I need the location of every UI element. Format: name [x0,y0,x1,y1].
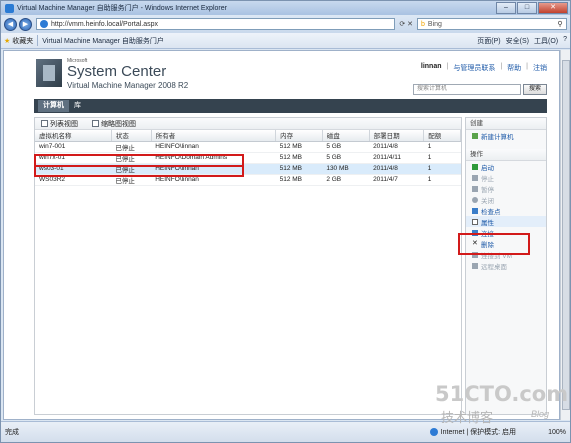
create-header: 创建 [466,118,546,130]
properties-action[interactable]: 属性 [466,216,546,227]
security-zone[interactable]: Internet | 保护模式: 启用 [429,427,516,437]
search-engine-name: Bing [427,20,442,28]
view-toolbar: 列表视图 缩略图视图 [35,118,461,130]
computer-search-button[interactable]: 搜索 [523,84,547,95]
col-vm-name[interactable]: 虚拟机名称 [35,130,112,142]
header-links: linnan | 与管理员联系 | 帮助 | 注销 [420,63,547,73]
minimize-button[interactable]: – [496,2,516,14]
logout-link[interactable]: 注销 [533,63,547,73]
watermark-blog: Blog [531,409,550,419]
new-computer-icon [472,132,478,139]
col-status[interactable]: 状态 [111,130,152,142]
contact-admin-link[interactable]: 与管理员联系 [453,63,495,73]
actions-pane: 创建 新建计算机 操作 启动 停止 暂停 关闭 检查点 属性 连接 ✕ 删除 连… [465,117,547,415]
scrollbar-thumb[interactable] [562,60,570,410]
system-center-logo [36,59,62,87]
watermark-site: 51CTO.com [435,382,569,406]
tab-library[interactable]: 库 [69,100,86,112]
tab-computers[interactable]: 计算机 [38,100,69,112]
col-quota[interactable]: 配额 [423,130,461,142]
refresh-stop-icons[interactable]: ⟳ ✕ [399,20,413,28]
stop-action[interactable]: 停止 [466,172,546,183]
zoom-level[interactable]: 100% [526,429,566,436]
globe-icon [429,428,438,436]
back-button[interactable]: ◀ [4,17,17,31]
portal-nav: 计算机 库 [34,99,547,113]
bing-icon: b [421,20,425,28]
checkpoint-action[interactable]: 检查点 [466,205,546,216]
url-text: http://vmm.heinfo.local/Portal.aspx [51,20,158,28]
thumbnail-view-button[interactable]: 缩略图视图 [92,119,136,129]
favorites-button[interactable]: 收藏夹 [12,36,33,46]
address-bar: ◀ ▶ http://vmm.heinfo.local/Portal.aspx … [1,15,570,33]
col-deploy-date[interactable]: 部署日期 [369,130,425,142]
vertical-scrollbar[interactable] [560,50,570,420]
title-bar: Virtual Machine Manager 自助服务门户 - Windows… [1,1,570,15]
list-view-icon [41,120,48,127]
favorites-star-icon: ★ [4,37,11,45]
page-icon [40,20,48,28]
browser-tab[interactable]: Virtual Machine Manager 自助服务门户 [42,36,164,46]
remote-desktop-action[interactable]: 远程桌面 [466,260,546,271]
operations-header: 操作 [466,149,546,161]
help-menu[interactable]: ? [563,36,567,46]
shutdown-icon [472,196,478,203]
product-title: System Center [67,63,167,80]
start-action[interactable]: 启动 [466,161,546,172]
search-icon[interactable]: ⚲ [554,20,566,28]
start-icon [472,163,478,170]
current-user: linnan [420,63,442,70]
shutdown-action[interactable]: 关闭 [466,194,546,205]
properties-icon [472,218,478,225]
window-title: Virtual Machine Manager 自助服务门户 - Windows… [17,5,227,12]
safety-menu[interactable]: 安全(S) [506,36,529,46]
page-menu[interactable]: 页面(P) [477,36,500,46]
stop-icon [472,174,478,181]
computer-search-input[interactable]: 搜索计算机 [413,84,521,95]
help-link[interactable]: 帮助 [507,63,521,73]
forward-button[interactable]: ▶ [19,17,32,31]
table-row[interactable]: win7-001 已停止 HEINFO\linnan 512 MB 5 GB 2… [35,141,461,153]
new-computer-action[interactable]: 新建计算机 [466,130,546,141]
thumbnail-view-icon [92,120,99,127]
favorites-bar: ★ 收藏夹 Virtual Machine Manager 自助服务门户 页面(… [1,33,570,49]
ie-icon [5,3,14,13]
status-text: 完成 [5,429,19,436]
watermark-tagline: 技术博客 [441,411,494,426]
portal-header: Microsoft System Center Virtual Machine … [4,51,559,97]
col-disk[interactable]: 磁盘 [322,130,370,142]
pause-action[interactable]: 暂停 [466,183,546,194]
pause-icon [472,185,478,192]
tools-menu[interactable]: 工具(O) [534,36,558,46]
highlight-ws03-row [34,165,244,177]
col-owner[interactable]: 所有者 [151,130,277,142]
col-memory[interactable]: 内存 [275,130,323,142]
close-button[interactable]: ✕ [538,2,568,14]
checkpoint-icon [472,207,478,214]
list-view-button[interactable]: 列表视图 [41,119,78,129]
search-input[interactable]: b Bing ⚲ [417,18,567,30]
page-viewport: Microsoft System Center Virtual Machine … [3,50,560,420]
remote-desktop-icon [472,262,478,269]
highlight-properties-action [458,233,530,255]
url-input[interactable]: http://vmm.heinfo.local/Portal.aspx [36,18,396,30]
maximize-button[interactable]: □ [517,2,537,14]
product-subtitle: Virtual Machine Manager 2008 R2 [67,81,189,90]
browser-window: Virtual Machine Manager 自助服务门户 - Windows… [0,0,571,443]
